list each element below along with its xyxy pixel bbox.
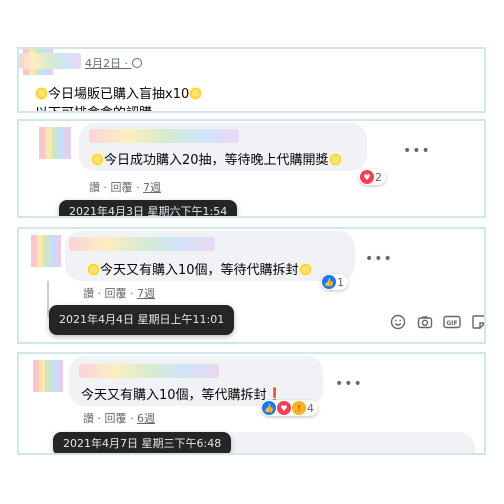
author-name-blurred[interactable] — [19, 53, 81, 69]
post-panel: 4月2日 · 今日場販已購入盲抽x10 以下可排盒盒的認購 — [17, 47, 486, 113]
post-meta: 4月2日 · — [85, 55, 142, 71]
post-text-line: 今日場販已購入盲抽x10 — [35, 83, 203, 102]
sun-emoji-icon — [189, 87, 203, 100]
comment-actions: 讚 · 回覆 · 6週 — [83, 410, 155, 426]
timestamp-tooltip: 2021年4月4日 星期日上午11:01 — [49, 305, 235, 335]
reply-composer-bubble[interactable] — [199, 432, 475, 453]
comment-text: 今日成功購入20抽，等待晚上代購開獎 — [91, 149, 342, 168]
avatar[interactable] — [31, 235, 61, 267]
like-button[interactable]: 讚 — [83, 412, 94, 425]
reaction-summary[interactable]: 👍 ♥ ! 4 — [261, 400, 318, 416]
separator: · — [100, 181, 111, 194]
reaction-summary[interactable]: 👍 1 — [321, 274, 348, 290]
gif-icon[interactable]: GIF — [443, 313, 461, 331]
reply-button[interactable]: 回覆 — [105, 287, 127, 300]
like-reaction-icon: 👍 — [322, 275, 336, 289]
like-reaction-icon: 👍 — [262, 401, 276, 415]
separator: · — [126, 412, 137, 425]
svg-text:GIF: GIF — [446, 320, 457, 327]
like-button[interactable]: 讚 — [83, 287, 94, 300]
globe-icon — [131, 58, 142, 68]
like-button[interactable]: 讚 — [89, 181, 100, 194]
avatar[interactable] — [39, 127, 71, 159]
comment-panel: 今天又有購入10個，等待代購拆封 👍 1 ••• 讚 · 回覆 · 7週 202… — [17, 227, 486, 344]
separator: · — [94, 287, 105, 300]
comment-bubble: 今天又有購入10個，等代購拆封❗ — [69, 356, 323, 406]
post-line1: 今日場販已購入盲抽x10 — [48, 87, 190, 102]
comment-composer-icons: GIF — [389, 313, 484, 331]
comment-text: 今天又有購入10個，等待代購拆封 — [87, 259, 312, 278]
comment-actions: 讚 · 回覆 · 7週 — [89, 179, 161, 195]
comment-text-content: 今日成功購入20抽，等待晚上代購開獎 — [104, 153, 329, 168]
emoji-icon[interactable] — [389, 313, 407, 331]
more-options-button[interactable]: ••• — [335, 376, 363, 392]
wow-reaction-icon: ! — [292, 401, 306, 415]
post-date[interactable]: 4月2日 · — [85, 57, 132, 70]
comment-text-content: 今天又有購入10個，等代購拆封 — [81, 388, 267, 403]
camera-icon[interactable] — [416, 313, 434, 331]
love-reaction-icon: ♥ — [360, 170, 374, 184]
comment-text: 今天又有購入10個，等代購拆封❗ — [81, 384, 283, 403]
commenter-name-blurred[interactable] — [69, 237, 215, 251]
love-reaction-icon: ♥ — [277, 401, 291, 415]
reaction-count: 1 — [337, 275, 344, 289]
separator: · — [94, 412, 105, 425]
reaction-count: 4 — [307, 401, 314, 415]
timestamp-tooltip: 2021年4月3日 星期六下午1:54 — [59, 200, 238, 216]
commenter-name-blurred[interactable] — [89, 129, 239, 143]
separator: · — [126, 287, 137, 300]
comment-actions: 讚 · 回覆 · 7週 — [83, 285, 155, 301]
reply-button[interactable]: 回覆 — [111, 181, 133, 194]
post-text-line-cut: 以下可排盒盒的認購 — [35, 102, 152, 111]
comment-panel: 今日成功購入20抽，等待晚上代購開獎 ♥ 2 ••• 讚 · 回覆 · 7週 2… — [17, 119, 486, 218]
comment-bubble: 今日成功購入20抽，等待晚上代購開獎 — [79, 123, 367, 171]
more-options-button[interactable]: ••• — [365, 251, 393, 267]
more-options-button[interactable]: ••• — [403, 143, 431, 159]
comment-panel: 今天又有購入10個，等代購拆封❗ 👍 ♥ ! 4 ••• 讚 · 回覆 · 6週… — [17, 352, 486, 455]
sticker-icon[interactable] — [470, 313, 484, 331]
sun-emoji-icon — [328, 153, 342, 166]
reaction-summary[interactable]: ♥ 2 — [359, 169, 386, 185]
separator: · — [132, 181, 143, 194]
avatar[interactable] — [33, 360, 63, 392]
reply-button[interactable]: 回覆 — [105, 412, 127, 425]
sun-emoji-icon — [298, 263, 312, 276]
comment-text-content: 今天又有購入10個，等待代購拆封 — [100, 263, 299, 278]
comment-bubble: 今天又有購入10個，等待代購拆封 — [65, 231, 355, 281]
timestamp-link[interactable]: 7週 — [143, 181, 161, 194]
sun-emoji-icon — [87, 263, 100, 276]
sun-emoji-icon — [35, 87, 48, 100]
timestamp-link[interactable]: 7週 — [137, 287, 155, 300]
timestamp-link[interactable]: 6週 — [137, 412, 155, 425]
commenter-name-blurred[interactable] — [79, 364, 219, 378]
reaction-count: 2 — [375, 170, 382, 184]
sun-emoji-icon — [91, 153, 104, 166]
timestamp-tooltip: 2021年4月7日 星期三下午6:48 — [53, 432, 232, 453]
